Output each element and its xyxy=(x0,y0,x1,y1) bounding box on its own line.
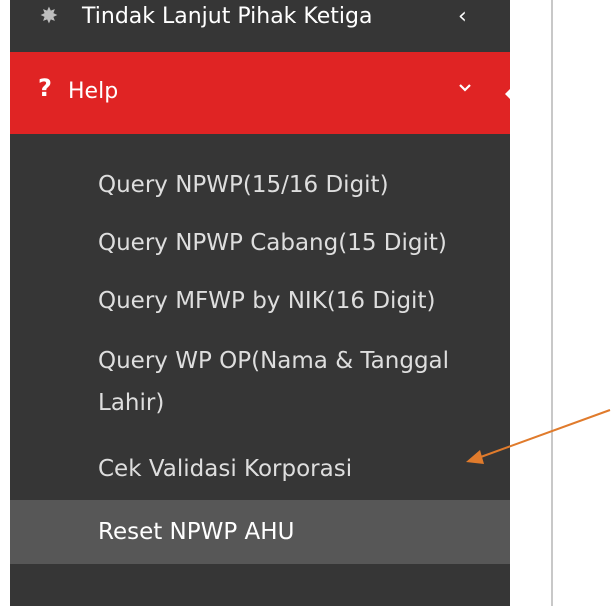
submenu-item-cek-validasi-korporasi[interactable]: Cek Validasi Korporasi xyxy=(10,448,510,492)
chevron-down-icon xyxy=(459,84,471,92)
submenu-item-label: Query WP OP(Nama & Tanggal Lahir) xyxy=(98,348,450,416)
submenu-item-reset-npwp-ahu[interactable]: Reset NPWP AHU xyxy=(10,500,510,564)
gear-icon: ✸ xyxy=(39,4,59,29)
sidebar-item-help[interactable]: ? Help xyxy=(10,52,510,134)
active-indicator-notch xyxy=(505,78,510,110)
submenu-item-label: Cek Validasi Korporasi xyxy=(98,456,353,482)
question-icon: ? xyxy=(38,74,52,102)
submenu-item-label: Query NPWP(15/16 Digit) xyxy=(98,172,389,198)
chevron-left-icon: ‹ xyxy=(458,4,467,29)
sidebar: ✸ Tindak Lanjut Pihak Ketiga ‹ ? Help Qu… xyxy=(10,0,510,606)
submenu-item-label: Reset NPWP AHU xyxy=(98,519,295,545)
submenu-item-label: Query NPWP Cabang(15 Digit) xyxy=(98,230,447,256)
sidebar-item-label: Tindak Lanjut Pihak Ketiga xyxy=(82,4,373,29)
submenu-item-query-npwp-cabang[interactable]: Query NPWP Cabang(15 Digit) xyxy=(10,222,510,266)
sidebar-item-tindak-lanjut[interactable]: ✸ Tindak Lanjut Pihak Ketiga ‹ xyxy=(10,0,510,50)
submenu-item-query-mfwp-nik[interactable]: Query MFWP by NIK(16 Digit) xyxy=(10,280,510,324)
submenu-item-query-wp-op[interactable]: Query WP OP(Nama & Tanggal Lahir) xyxy=(10,340,510,428)
submenu-item-query-npwp[interactable]: Query NPWP(15/16 Digit) xyxy=(10,164,510,208)
sidebar-item-label: Help xyxy=(68,79,119,104)
submenu-item-label: Query MFWP by NIK(16 Digit) xyxy=(98,288,436,314)
content-divider xyxy=(551,0,553,606)
